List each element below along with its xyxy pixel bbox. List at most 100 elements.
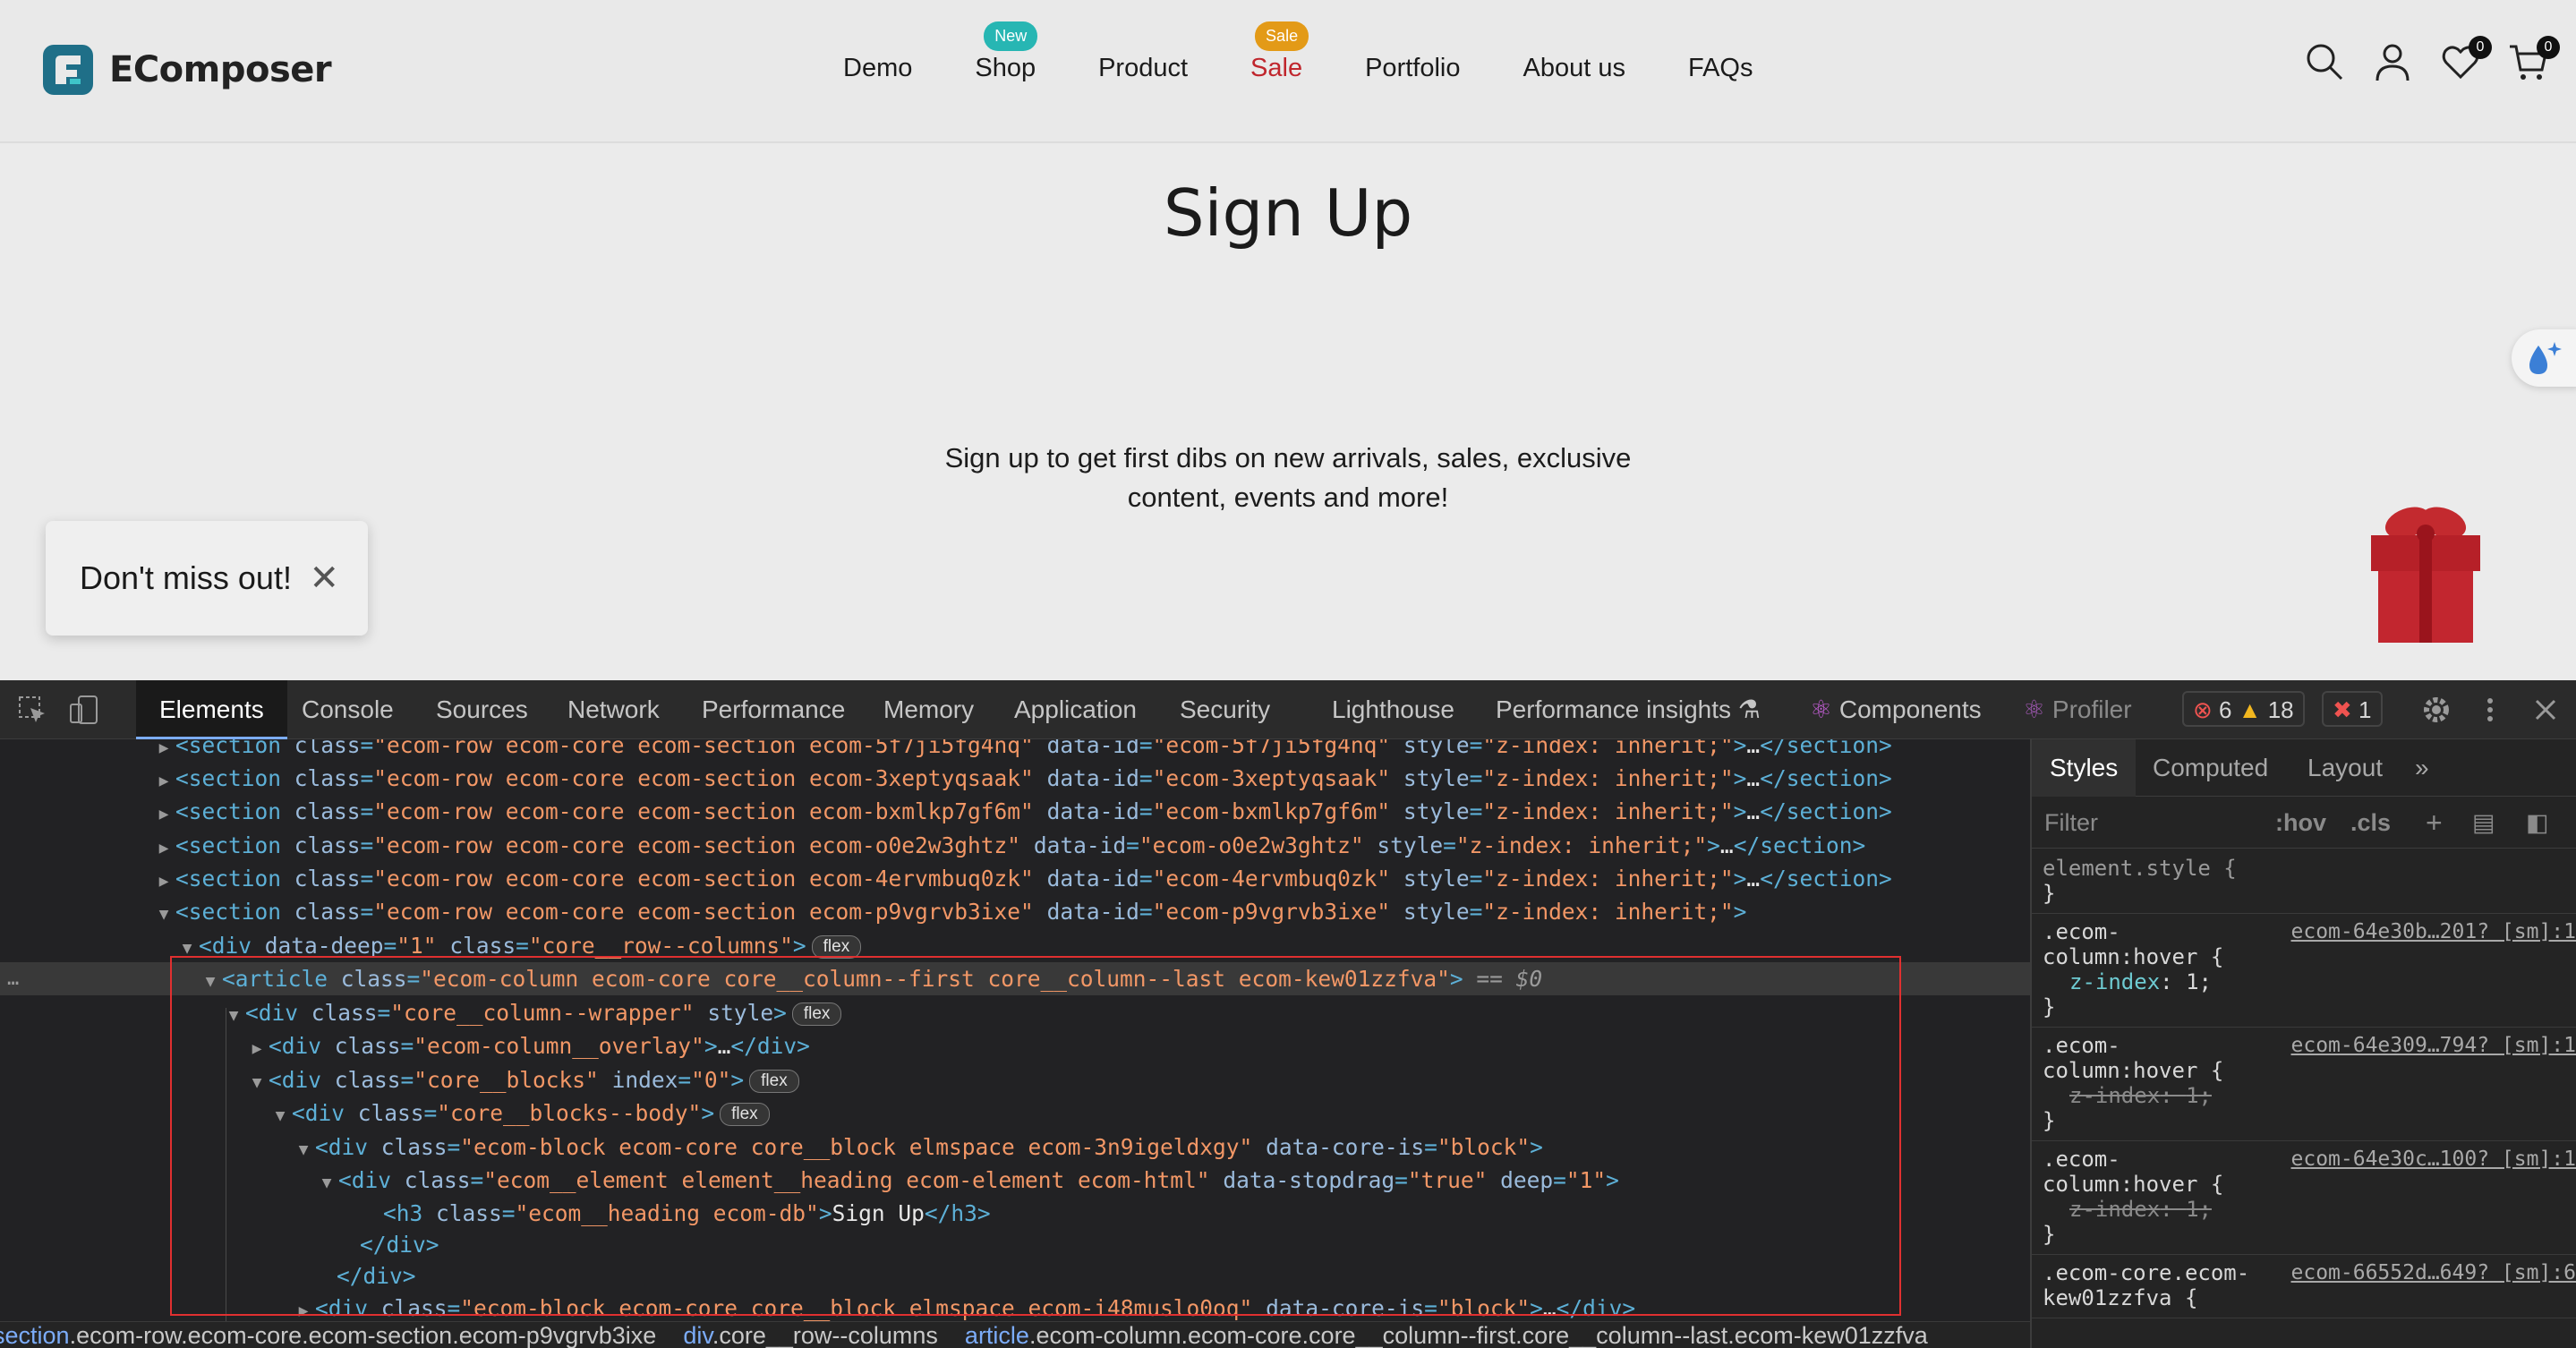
expand-toggle-icon: ▼ [321,1173,332,1192]
tab-performance-insights[interactable]: Performance insights ⚗ [1496,680,1761,739]
website-viewport: EComposer Demo New Shop Product Sale Sale … [0,0,2576,680]
cart-count: 0 [2537,36,2560,59]
tab-styles[interactable]: Styles [2032,739,2137,797]
header-actions: 0 0 [2304,36,2560,82]
expand-toggle-icon: ▶ [158,805,169,823]
cart-button[interactable]: 0 [2508,36,2560,82]
css-source-link: ecom-66552d…649? [sm]:6 [2290,1261,2576,1284]
error-icon: ⊗ [2193,696,2213,723]
tab-network[interactable]: Network [567,680,660,739]
floating-assistant-button[interactable] [2512,329,2576,387]
dom-node-line[interactable]: ▼ <div class="ecom__element element__head… [0,1164,2030,1197]
toggle-sidebar-icon[interactable]: ◧ [2526,797,2549,849]
nav-portfolio[interactable]: Portfolio [1365,54,1460,83]
dom-node-line[interactable]: ▶ <section class="ecom-row ecom-core ecom… [0,795,2030,828]
nav-faqs[interactable]: FAQs [1688,54,1753,83]
expand-toggle-icon: ▼ [275,1106,286,1125]
css-source-link: ecom-64e30b…201? [sm]:1 [2290,920,2576,943]
expand-toggle-icon: ▶ [158,839,169,857]
cls-toggle[interactable]: .cls [2350,797,2391,849]
dom-node-line[interactable]: ▶ <section class="ecom-row ecom-core ecom… [0,739,2030,762]
expand-toggle-icon: ▶ [252,1039,262,1058]
tab-sources[interactable]: Sources [436,680,528,739]
new-rule-icon[interactable]: + [2426,797,2443,849]
row-ellipsis-icon[interactable]: … [7,962,19,995]
nav-product[interactable]: Product [1098,54,1188,83]
more-options-icon[interactable] [2474,694,2506,726]
dom-node-line[interactable]: ▶ <section class="ecom-row ecom-core ecom… [0,762,2030,795]
more-tabs-icon[interactable]: » [2415,739,2429,797]
dom-node-line[interactable]: ▼ <div class="core__blocks" index="0"> fle… [0,1063,2030,1096]
css-rule[interactable]: .ecom-core.ecom-kew01zzfva {ecom-66552d…… [2032,1255,2576,1318]
tab-performance-insights-label: Performance insights [1496,695,1732,723]
sparkle-drop-icon [2529,342,2562,374]
css-rule[interactable]: .ecom-column:hover {ecom-64e309…794? [sm… [2032,1028,2576,1141]
breadcrumb-item[interactable]: div.core__row--columns [683,1322,938,1348]
page-subtitle: Sign up to get first dibs on new arrival… [944,442,1632,513]
tab-components[interactable]: ⚛ Components [1810,680,1982,739]
tab-security[interactable]: Security [1180,680,1270,739]
hov-toggle[interactable]: :hov [2275,797,2326,849]
paint-icon[interactable]: ▤ [2472,797,2495,849]
search-icon[interactable] [2304,41,2345,82]
expand-toggle-icon: ▼ [228,1006,239,1025]
device-toolbar-icon[interactable] [68,694,100,726]
dom-node-line[interactable]: </div> [0,1228,2030,1261]
gift-icon[interactable] [2367,501,2484,644]
nav-demo[interactable]: Demo [843,54,912,83]
issue-count: 1 [2358,696,2372,723]
css-rule-close: } [2043,1108,2056,1133]
breadcrumb-item[interactable]: section.ecom-row.ecom-core.ecom-section.… [0,1322,656,1348]
tab-computed[interactable]: Computed [2153,739,2268,797]
breadcrumb-item[interactable]: article.ecom-column.ecom-core.core__colu… [965,1322,1928,1348]
dom-node-line[interactable]: ▼ <div data-deep="1" class="core__row--co… [0,929,2030,962]
css-rule[interactable]: .ecom-column:hover {ecom-64e30c…100? [sm… [2032,1141,2576,1255]
logo[interactable]: EComposer [43,45,332,95]
flex-badge: flex [811,935,862,959]
dom-node-line[interactable]: ▼ <section class="ecom-row ecom-core ecom… [0,895,2030,928]
console-status[interactable]: ⊗ 6 ▲ 18 [2182,691,2305,727]
dom-node-line[interactable]: ▼ <div class="ecom-block ecom-core core__… [0,1130,2030,1164]
tab-profiler[interactable]: ⚛ Profiler [2023,680,2132,739]
nav-sale[interactable]: Sale Sale [1250,21,1309,83]
tab-performance[interactable]: Performance [702,680,845,739]
account-icon[interactable] [2372,41,2413,82]
css-rule[interactable]: .ecom-column:hover {ecom-64e30b…201? [sm… [2032,914,2576,1028]
dom-node-line[interactable]: ▼ <div class="core__blocks--body"> flex [0,1096,2030,1130]
dom-node-line[interactable]: ▼ <article class="ecom-column ecom-core c… [0,962,2030,995]
tab-lighthouse[interactable]: Lighthouse [1332,680,1454,739]
inspect-element-icon[interactable] [16,694,48,726]
styles-filter-input[interactable]: Filter [2044,797,2098,849]
tab-layout[interactable]: Layout [2307,739,2383,797]
dom-node-line[interactable]: ▶ <section class="ecom-row ecom-core ecom… [0,862,2030,895]
error-count: 6 [2219,696,2232,723]
close-icon[interactable]: ✕ [309,560,339,596]
settings-gear-icon[interactable] [2420,694,2452,726]
tab-memory[interactable]: Memory [883,680,974,739]
css-selector: element.style { [2043,856,2237,881]
style-rules: element.style {} .ecom-column:hover {ecom… [2032,850,2576,1318]
popup-text: Don't miss out! [80,559,292,596]
newsletter-popup[interactable]: Don't miss out! ✕ [46,521,368,636]
devtools-panel: Elements Console Sources Network Perform… [0,680,2576,1348]
dom-node-line[interactable]: ▼ <div class="core__column--wrapper" styl… [0,996,2030,1029]
tab-application[interactable]: Application [1014,680,1137,739]
dom-node-line[interactable]: </div> [0,1259,2030,1293]
dom-node-line[interactable]: ▶ <div class="ecom-block ecom-core core__… [0,1292,2030,1321]
dom-node-line[interactable]: ▶ <section class="ecom-row ecom-core ecom… [0,829,2030,862]
logo-text: EComposer [109,49,332,90]
nav-about[interactable]: About us [1523,54,1625,83]
tab-console[interactable]: Console [302,680,394,739]
flex-badge: flex [720,1103,770,1126]
tab-elements[interactable]: Elements [136,680,287,739]
close-devtools-icon[interactable] [2529,694,2562,726]
warning-count: 18 [2267,696,2294,723]
elements-tree[interactable]: ▶ <section class="ecom-row ecom-core ecom… [0,739,2030,1321]
css-declaration: z-index: 1; [2069,1083,2212,1108]
css-rule[interactable]: element.style {} [2032,850,2576,914]
wishlist-button[interactable]: 0 [2440,36,2492,82]
issues-status[interactable]: ✖ 1 [2322,691,2383,727]
dom-node-line[interactable]: <h3 class="ecom__heading ecom-db">Sign U… [0,1197,2030,1230]
nav-shop[interactable]: New Shop [975,21,1038,83]
dom-node-line[interactable]: ▶ <div class="ecom-column__overlay">…</di… [0,1029,2030,1062]
